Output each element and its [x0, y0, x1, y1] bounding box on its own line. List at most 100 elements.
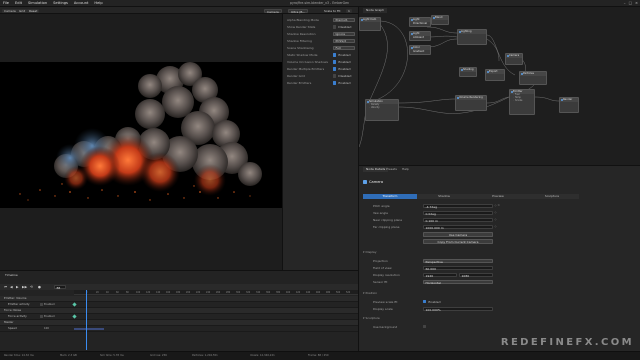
checkbox[interactable]: [333, 67, 337, 71]
speed-range-bar[interactable]: [74, 327, 104, 330]
grid-button[interactable]: Grid: [17, 8, 28, 13]
track-checkbox[interactable]: [40, 314, 44, 318]
tab-presets[interactable]: Presets: [383, 167, 400, 172]
checkbox[interactable]: [333, 74, 337, 78]
menu-account[interactable]: Account: [71, 1, 92, 5]
node-light-ambient[interactable]: Light Ambient: [409, 31, 431, 41]
use-background-checkbox[interactable]: [423, 325, 427, 329]
node-shading[interactable]: Shading: [459, 67, 477, 77]
resolution-height-field[interactable]: 1080: [459, 272, 493, 278]
far-clip-field[interactable]: 1000.000 m: [423, 224, 493, 230]
reset-button[interactable]: Reset: [27, 8, 40, 13]
node-blend[interactable]: Blend: [431, 15, 449, 25]
setting-static-shadow[interactable]: Static Shadow Mode Enabled: [287, 52, 357, 58]
camera-dropdown[interactable]: Camera: [264, 8, 282, 14]
subtab-preview[interactable]: Preview: [471, 194, 525, 199]
node-export[interactable]: Export: [485, 69, 505, 81]
track-master[interactable]: Master: [0, 320, 358, 326]
subtab-transform[interactable]: Transform: [363, 194, 417, 199]
checkbox[interactable]: [333, 81, 337, 85]
current-frame-field[interactable]: 88: [54, 284, 66, 290]
timeline-ruler[interactable]: 0 20 40 60 80 100 120 140 160 180 200 22…: [74, 290, 358, 295]
fov-field[interactable]: 60.000: [423, 265, 493, 271]
close-icon[interactable]: ×: [635, 1, 638, 5]
node-light-cam[interactable]: Light Cam: [359, 17, 381, 31]
node-lighting[interactable]: Lighting: [457, 29, 487, 45]
record-icon[interactable]: ●: [38, 285, 41, 289]
projection-dropdown[interactable]: Perspective: [423, 258, 493, 264]
track-speed[interactable]: Speed 100: [0, 326, 358, 332]
menu-simulation[interactable]: Simulation: [25, 1, 50, 5]
node-simulation[interactable]: Simulation ◦ Density ◦ Velocity: [365, 99, 399, 121]
resolution-width-field[interactable]: 1920: [423, 272, 457, 278]
setting-scene-shadowing[interactable]: Scene Shadowing Full: [287, 45, 357, 51]
section-sculpture[interactable]: ▾ Sculpture: [363, 316, 380, 321]
setting-render-grid[interactable]: Render Grid Disabled: [287, 73, 357, 79]
menu-edit[interactable]: Edit: [12, 1, 25, 5]
copy-from-camera-button[interactable]: Copy From Current Camera: [423, 239, 493, 244]
subtab-sculpture[interactable]: Sculpture: [525, 194, 579, 199]
setting-shadow-resolution[interactable]: Shadow Resolution Ignore: [287, 31, 357, 37]
tab-help[interactable]: Help: [399, 167, 412, 172]
keyframe-icon[interactable]: ◇: [495, 211, 497, 214]
scale-to-fit-toggle[interactable]: Scale to Fit: [322, 9, 343, 13]
tab-timeline[interactable]: Timeline: [2, 273, 21, 278]
node-light-directional[interactable]: Light Directional: [409, 17, 431, 27]
fire-simulation-render[interactable]: [0, 62, 282, 208]
track-force-activity[interactable]: Force activity Enabled: [0, 314, 358, 320]
setting-dropdown[interactable]: Premult.: [333, 17, 355, 23]
sensor-fit-dropdown[interactable]: Horizontal: [423, 279, 493, 285]
node-camera[interactable]: Camera: [505, 53, 523, 65]
node-render[interactable]: Render: [559, 97, 579, 113]
play-icon[interactable]: ▶: [16, 285, 19, 289]
section-position[interactable]: ▾ Position: [363, 291, 377, 296]
setting-render-emitters[interactable]: Render Emitters Enabled: [287, 80, 357, 86]
near-clip-field[interactable]: 0.100 m: [423, 217, 493, 223]
use-camera-button[interactable]: Use Camera: [423, 232, 493, 237]
track-emitter-activity[interactable]: Emitter activity Enabled: [0, 302, 358, 308]
setting-multiple-emitters[interactable]: Render Multiple Emitters Enabled: [287, 66, 357, 72]
pitch-angle-field[interactable]: -4.7deg: [423, 203, 493, 209]
keyframe-marker[interactable]: [72, 302, 77, 307]
viewport[interactable]: [0, 14, 282, 270]
yaw-angle-field[interactable]: 0.0deg: [423, 210, 493, 216]
setting-dropdown[interactable]: PCSS/2: [333, 38, 355, 44]
minimize-icon[interactable]: –: [624, 1, 626, 5]
node-particles[interactable]: Particles: [519, 71, 547, 85]
setting-dropdown[interactable]: Full: [333, 45, 355, 51]
track-emitter-volume[interactable]: Emitter: Volume: [0, 296, 358, 302]
keyframe-icon[interactable]: ◇ ⟲: [495, 204, 500, 207]
skip-start-icon[interactable]: ⏮: [4, 285, 7, 289]
setting-alpha-blending[interactable]: Alpha Blending Mode Premult.: [287, 17, 357, 23]
menu-file[interactable]: File: [0, 1, 12, 5]
menu-help[interactable]: Help: [91, 1, 105, 5]
setting-render-stats[interactable]: Show Render Stats Disabled: [287, 24, 357, 30]
subtab-shadow[interactable]: Shadow: [417, 194, 471, 199]
frame-field[interactable]: 1: [346, 8, 352, 13]
keyframe-icon[interactable]: ◇: [495, 218, 497, 221]
track-checkbox[interactable]: [40, 302, 44, 306]
setting-shadow-filtering[interactable]: Shadow Filtering PCSS/2: [287, 38, 357, 44]
setting-dropdown[interactable]: Ignore: [333, 31, 355, 37]
maximize-icon[interactable]: □: [629, 1, 632, 5]
node-volume-rendering[interactable]: Volume Rendering: [455, 95, 487, 111]
step-forward-icon[interactable]: ▶▶: [22, 285, 27, 289]
checkbox[interactable]: [333, 60, 337, 64]
menu-settings[interactable]: Settings: [50, 1, 71, 5]
setting-volume-occlusion[interactable]: Volume Occlusion Shadows Enabled: [287, 59, 357, 65]
loop-icon[interactable]: ⟲: [30, 285, 33, 289]
timeline-playhead[interactable]: [86, 290, 87, 350]
keyframe-marker[interactable]: [72, 314, 77, 319]
track-force-noise[interactable]: Force: Noise: [0, 308, 358, 314]
node-color-gradient[interactable]: Color Gradient: [409, 45, 431, 55]
preview-scale-checkbox[interactable]: [423, 300, 427, 304]
step-back-icon[interactable]: ◀: [10, 285, 13, 289]
camera-button[interactable]: Camera: [2, 8, 18, 13]
section-display[interactable]: ▾ Display: [363, 250, 377, 255]
node-emitter[interactable]: Emitter ◦ Fuel ◦ Temp ◦ Smoke: [509, 89, 535, 115]
display-scale-field[interactable]: 100.000%: [423, 306, 493, 312]
checkbox[interactable]: [333, 53, 337, 57]
checkbox[interactable]: [333, 25, 337, 29]
node-graph-panel[interactable]: Node Graph Light Cam Light Directional L…: [358, 7, 640, 165]
keyframe-icon[interactable]: ◇: [495, 225, 497, 228]
